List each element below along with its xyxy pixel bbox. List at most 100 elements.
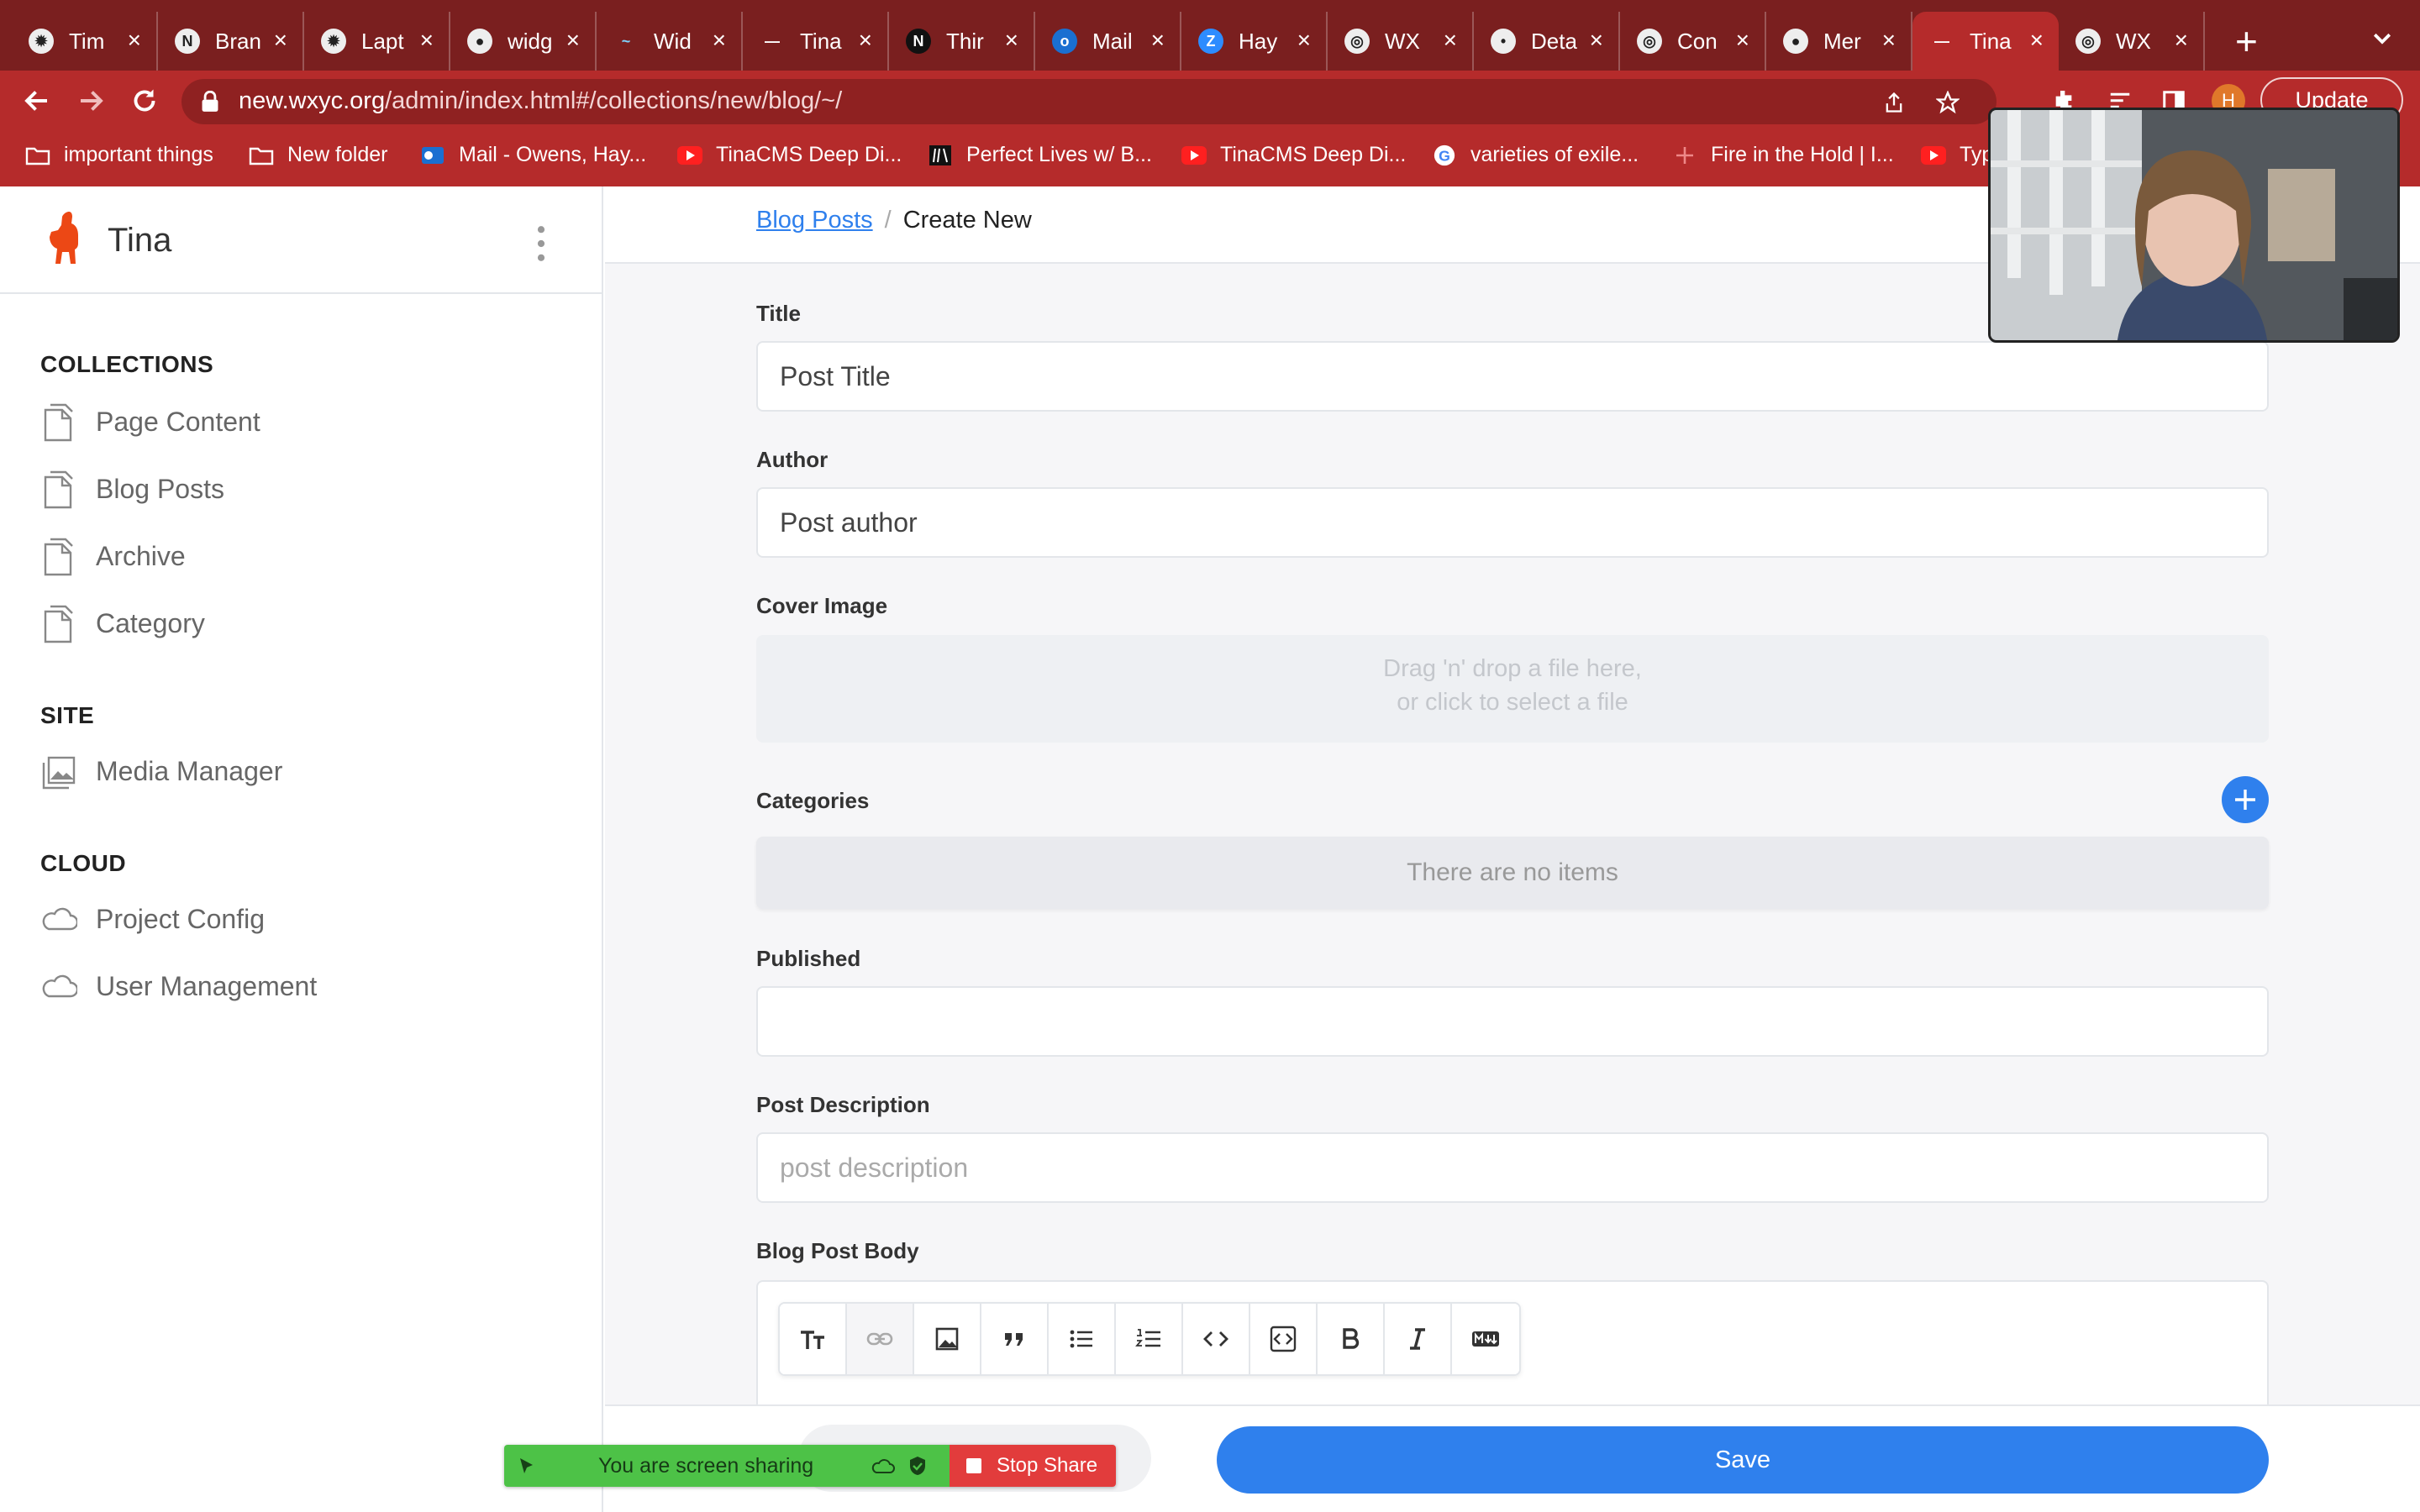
webcam-video-overlay[interactable] <box>1988 108 2400 343</box>
kebab-menu-icon[interactable] <box>531 223 551 264</box>
close-icon[interactable]: × <box>2175 29 2188 52</box>
bullet-list-button[interactable] <box>1049 1304 1116 1374</box>
share-icon[interactable] <box>1882 91 1906 114</box>
lock-icon[interactable] <box>200 91 220 113</box>
reload-icon[interactable] <box>129 86 160 116</box>
new-tab-button[interactable]: + <box>2235 18 2258 64</box>
close-icon[interactable]: × <box>1590 29 1603 52</box>
browser-tab[interactable]: ● widg × <box>450 12 597 71</box>
browser-tab[interactable]: ✹ Lapt × <box>304 12 450 71</box>
sidebar-item-user-management[interactable]: User Management <box>40 966 317 1006</box>
youtube-icon <box>677 145 702 165</box>
screen-share-status[interactable]: You are screen sharing <box>504 1445 950 1487</box>
close-icon[interactable]: × <box>1444 29 1457 52</box>
close-icon[interactable]: × <box>2030 29 2044 52</box>
tab-label: WX <box>1385 28 1420 54</box>
numbered-list-button[interactable] <box>1116 1304 1183 1374</box>
browser-tab[interactable]: Z Hay × <box>1181 12 1328 71</box>
close-icon[interactable]: × <box>274 29 287 52</box>
published-input[interactable] <box>756 986 2269 1057</box>
bookmark-star-icon[interactable] <box>1936 91 1960 114</box>
title-input[interactable]: Post Title <box>756 341 2269 412</box>
browser-tab[interactable]: ◎ WX × <box>2059 12 2205 71</box>
stop-share-button[interactable]: Stop Share <box>950 1445 1116 1487</box>
rich-text-editor[interactable] <box>756 1280 2269 1415</box>
italic-button[interactable] <box>1385 1304 1452 1374</box>
code-block-button[interactable] <box>1250 1304 1318 1374</box>
outlook-icon <box>422 146 444 164</box>
browser-tab[interactable]: ✹ Tim × <box>12 12 158 71</box>
tab-label: Mer <box>1823 28 1861 54</box>
image-button[interactable] <box>914 1304 981 1374</box>
numbered-list-icon <box>1135 1329 1160 1347</box>
link-button[interactable] <box>847 1304 914 1374</box>
tab-search-icon[interactable] <box>2370 25 2395 50</box>
sidebar-item-category[interactable]: Category <box>40 603 205 643</box>
browser-tab[interactable]: o Mail × <box>1035 12 1181 71</box>
back-icon[interactable] <box>22 86 52 116</box>
close-icon[interactable]: × <box>1882 29 1896 52</box>
browser-tab[interactable]: ◎ WX × <box>1328 12 1474 71</box>
save-label: Save <box>1714 1446 1771 1473</box>
bookmark-label: New folder <box>287 143 388 166</box>
url-text[interactable]: new.wxyc.org/admin/index.html#/collectio… <box>239 87 842 115</box>
close-icon[interactable]: × <box>566 29 580 52</box>
address-bar[interactable]: new.wxyc.org/admin/index.html#/collectio… <box>182 79 1996 124</box>
close-icon[interactable]: × <box>859 29 872 52</box>
categories-label: Categories <box>756 788 870 813</box>
browser-tab-bar: ✹ Tim × N Bran × ✹ Lapt × ● widg × ~ Wid × — Tina × N Thir ×… <box>0 0 2420 71</box>
bookmark-item[interactable]: New folder <box>249 143 388 167</box>
cover-image-dropzone[interactable]: Drag 'n' drop a file here, or click to s… <box>756 635 2269 743</box>
browser-tab[interactable]: — Tina × <box>1912 12 2059 71</box>
browser-tab[interactable]: ● Mer × <box>1766 12 1912 71</box>
browser-tab[interactable]: — Tina × <box>743 12 889 71</box>
close-icon[interactable]: × <box>1297 29 1311 52</box>
bookmark-item[interactable]: Fire in the Hold | I... <box>1672 143 1894 167</box>
browser-tab[interactable]: N Bran × <box>158 12 304 71</box>
add-category-button[interactable] <box>2222 776 2269 823</box>
browser-tab[interactable]: • Deta × <box>1474 12 1620 71</box>
tab-label: Thir <box>946 28 984 54</box>
author-input[interactable]: Post author <box>756 487 2269 558</box>
bookmark-item[interactable]: TinaCMS Deep Di... <box>1181 143 1406 167</box>
cloud-icon <box>42 907 77 931</box>
text-size-icon <box>801 1331 824 1349</box>
close-icon[interactable]: × <box>1005 29 1018 52</box>
quote-button[interactable] <box>981 1304 1049 1374</box>
text-size-button[interactable] <box>780 1304 847 1374</box>
tab-label: Mail <box>1092 28 1133 54</box>
code-button[interactable] <box>1183 1304 1250 1374</box>
folder-icon <box>249 147 274 165</box>
bookmark-item[interactable]: important things <box>25 143 213 167</box>
bookmark-item[interactable]: Gvarieties of exile... <box>1432 143 1639 167</box>
close-icon[interactable]: × <box>420 29 434 52</box>
close-icon[interactable]: × <box>1736 29 1749 52</box>
sidebar-item-media-manager[interactable]: Media Manager <box>40 751 282 791</box>
sidebar-item-page-content[interactable]: Page Content <box>40 402 260 442</box>
sidebar-item-project-config[interactable]: Project Config <box>40 899 265 939</box>
drag-handle-icon[interactable] <box>516 1456 536 1476</box>
sidebar-item-blog-posts[interactable]: Blog Posts <box>40 469 224 509</box>
bookmark-item[interactable]: TinaCMS Deep Di... <box>677 143 902 167</box>
close-icon[interactable]: × <box>1151 29 1165 52</box>
browser-tab[interactable]: ◎ Con × <box>1620 12 1766 71</box>
sidebar-item-label: Blog Posts <box>96 473 224 504</box>
browser-tab[interactable]: N Thir × <box>889 12 1035 71</box>
openai-icon: ✹ <box>29 29 54 54</box>
post-description-input[interactable]: post description <box>756 1132 2269 1203</box>
browser-tab[interactable]: ~ Wid × <box>597 12 743 71</box>
bookmark-item[interactable]: Perfect Lives w/ B... <box>928 143 1152 167</box>
markdown-button[interactable] <box>1452 1304 1519 1374</box>
breadcrumb-link-blog-posts[interactable]: Blog Posts <box>756 207 873 234</box>
save-button[interactable]: Save <box>1217 1426 2269 1494</box>
sidebar-item-archive[interactable]: Archive <box>40 536 186 576</box>
section-heading-cloud: CLOUD <box>40 850 127 876</box>
forward-icon[interactable] <box>76 86 106 116</box>
bookmark-item[interactable]: Mail - Owens, Hay... <box>420 143 646 167</box>
bookmark-item[interactable]: Typ <box>1921 143 1993 167</box>
tailwind-icon: ~ <box>621 32 631 50</box>
close-icon[interactable]: × <box>128 29 141 52</box>
bold-button[interactable] <box>1318 1304 1385 1374</box>
folder-icon <box>25 147 50 165</box>
close-icon[interactable]: × <box>713 29 726 52</box>
